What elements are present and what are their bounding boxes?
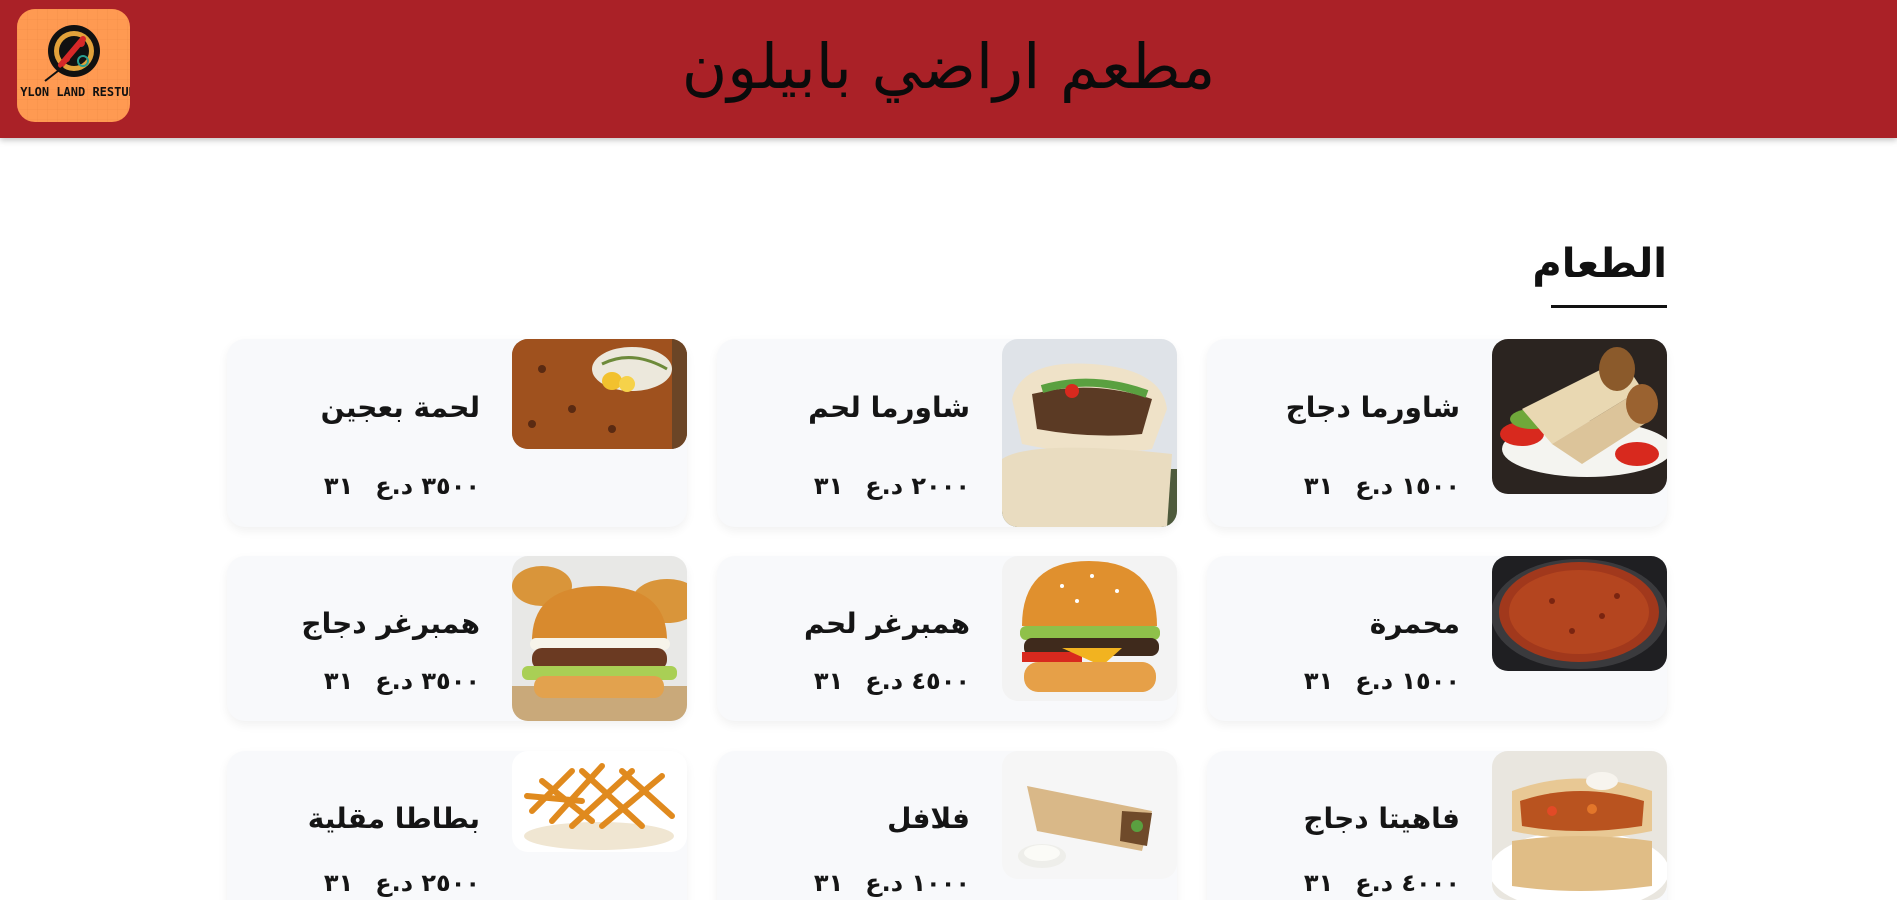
menu-card-fries[interactable]: بطاطا مقلية ٢٥٠٠ د.ع ٣١ (227, 751, 687, 900)
falafel-image (1002, 751, 1177, 879)
chicken-fajita-image (1492, 751, 1667, 900)
price-label: ٢٠٠٠ د.ع (865, 472, 970, 500)
price-icon: ٣١ (323, 869, 354, 897)
lahm-bi-ajeen-image (512, 339, 687, 449)
price-icon: ٣١ (1303, 472, 1334, 500)
price-label: ٣٥٠٠ د.ع (375, 472, 480, 500)
price-row: ١٠٠٠ د.ع ٣١ (814, 868, 970, 898)
dish-name: شاورما لحم (808, 391, 970, 424)
menu-card-chicken-fajita[interactable]: فاهيتا دجاج ٤٠٠٠ د.ع ٣١ (1207, 751, 1667, 900)
menu-card-meat-shawarma[interactable]: شاورما لحم ٢٠٠٠ د.ع ٣١ (717, 339, 1177, 527)
dish-name: فلافل (887, 802, 970, 835)
chicken-shawarma-image (1492, 339, 1667, 494)
menu-card-falafel[interactable]: فلافل ١٠٠٠ د.ع ٣١ (717, 751, 1177, 900)
dish-name: محمرة (1369, 607, 1460, 640)
chicken-burger-image (512, 556, 687, 721)
price-row: ٤٠٠٠ د.ع ٣١ (1304, 868, 1460, 898)
price-label: ٤٠٠٠ د.ع (1355, 869, 1460, 897)
dish-name: شاورما دجاج (1285, 391, 1460, 424)
page-title: مطعم اراضي بابيلون (681, 30, 1216, 103)
price-icon: ٣١ (1303, 667, 1334, 695)
price-icon: ٣١ (813, 472, 844, 500)
site-header: YLON LAND RESTUR مطعم اراضي بابيلون (0, 0, 1897, 138)
price-label: ١٥٠٠ د.ع (1355, 472, 1460, 500)
muhammara-image (1492, 556, 1667, 671)
price-row: ١٥٠٠ د.ع ٣١ (1304, 471, 1460, 501)
price-label: ١٠٠٠ د.ع (865, 869, 970, 897)
dish-name: لحمة بعجين (320, 391, 480, 424)
price-label: ١٥٠٠ د.ع (1355, 667, 1460, 695)
price-row: ٢٥٠٠ د.ع ٣١ (324, 868, 480, 898)
fries-image (512, 751, 687, 852)
price-icon: ٣١ (813, 667, 844, 695)
price-row: ٢٠٠٠ د.ع ٣١ (814, 471, 970, 501)
menu-card-muhammara[interactable]: محمرة ١٥٠٠ د.ع ٣١ (1207, 556, 1667, 721)
price-label: ٣٥٠٠ د.ع (375, 667, 480, 695)
dish-name: فاهيتا دجاج (1303, 802, 1460, 835)
menu-card-beef-burger[interactable]: همبرغر لحم ٤٥٠٠ د.ع ٣١ (717, 556, 1177, 721)
price-icon: ٣١ (323, 472, 354, 500)
price-icon: ٣١ (1303, 869, 1334, 897)
menu-card-lahm-bi-ajeen[interactable]: لحمة بعجين ٣٥٠٠ د.ع ٣١ (227, 339, 687, 527)
price-row: ٣٥٠٠ د.ع ٣١ (324, 471, 480, 501)
beef-burger-image (1002, 556, 1177, 701)
price-label: ٤٥٠٠ د.ع (865, 667, 970, 695)
price-row: ٣٥٠٠ د.ع ٣١ (324, 666, 480, 696)
price-row: ٤٥٠٠ د.ع ٣١ (814, 666, 970, 696)
dish-name: بطاطا مقلية (307, 802, 480, 835)
price-row: ١٥٠٠ د.ع ٣١ (1304, 666, 1460, 696)
dish-name: همبرغر دجاج (301, 607, 480, 640)
section-title-food: الطعام (1532, 241, 1667, 287)
meat-shawarma-image (1002, 339, 1177, 527)
price-icon: ٣١ (813, 869, 844, 897)
section-underline (1551, 305, 1667, 308)
price-label: ٢٥٠٠ د.ع (375, 869, 480, 897)
price-icon: ٣١ (323, 667, 354, 695)
menu-card-chicken-burger[interactable]: همبرغر دجاج ٣٥٠٠ د.ع ٣١ (227, 556, 687, 721)
dish-name: همبرغر لحم (804, 607, 970, 640)
menu-card-chicken-shawarma[interactable]: شاورما دجاج ١٥٠٠ د.ع ٣١ (1207, 339, 1667, 527)
